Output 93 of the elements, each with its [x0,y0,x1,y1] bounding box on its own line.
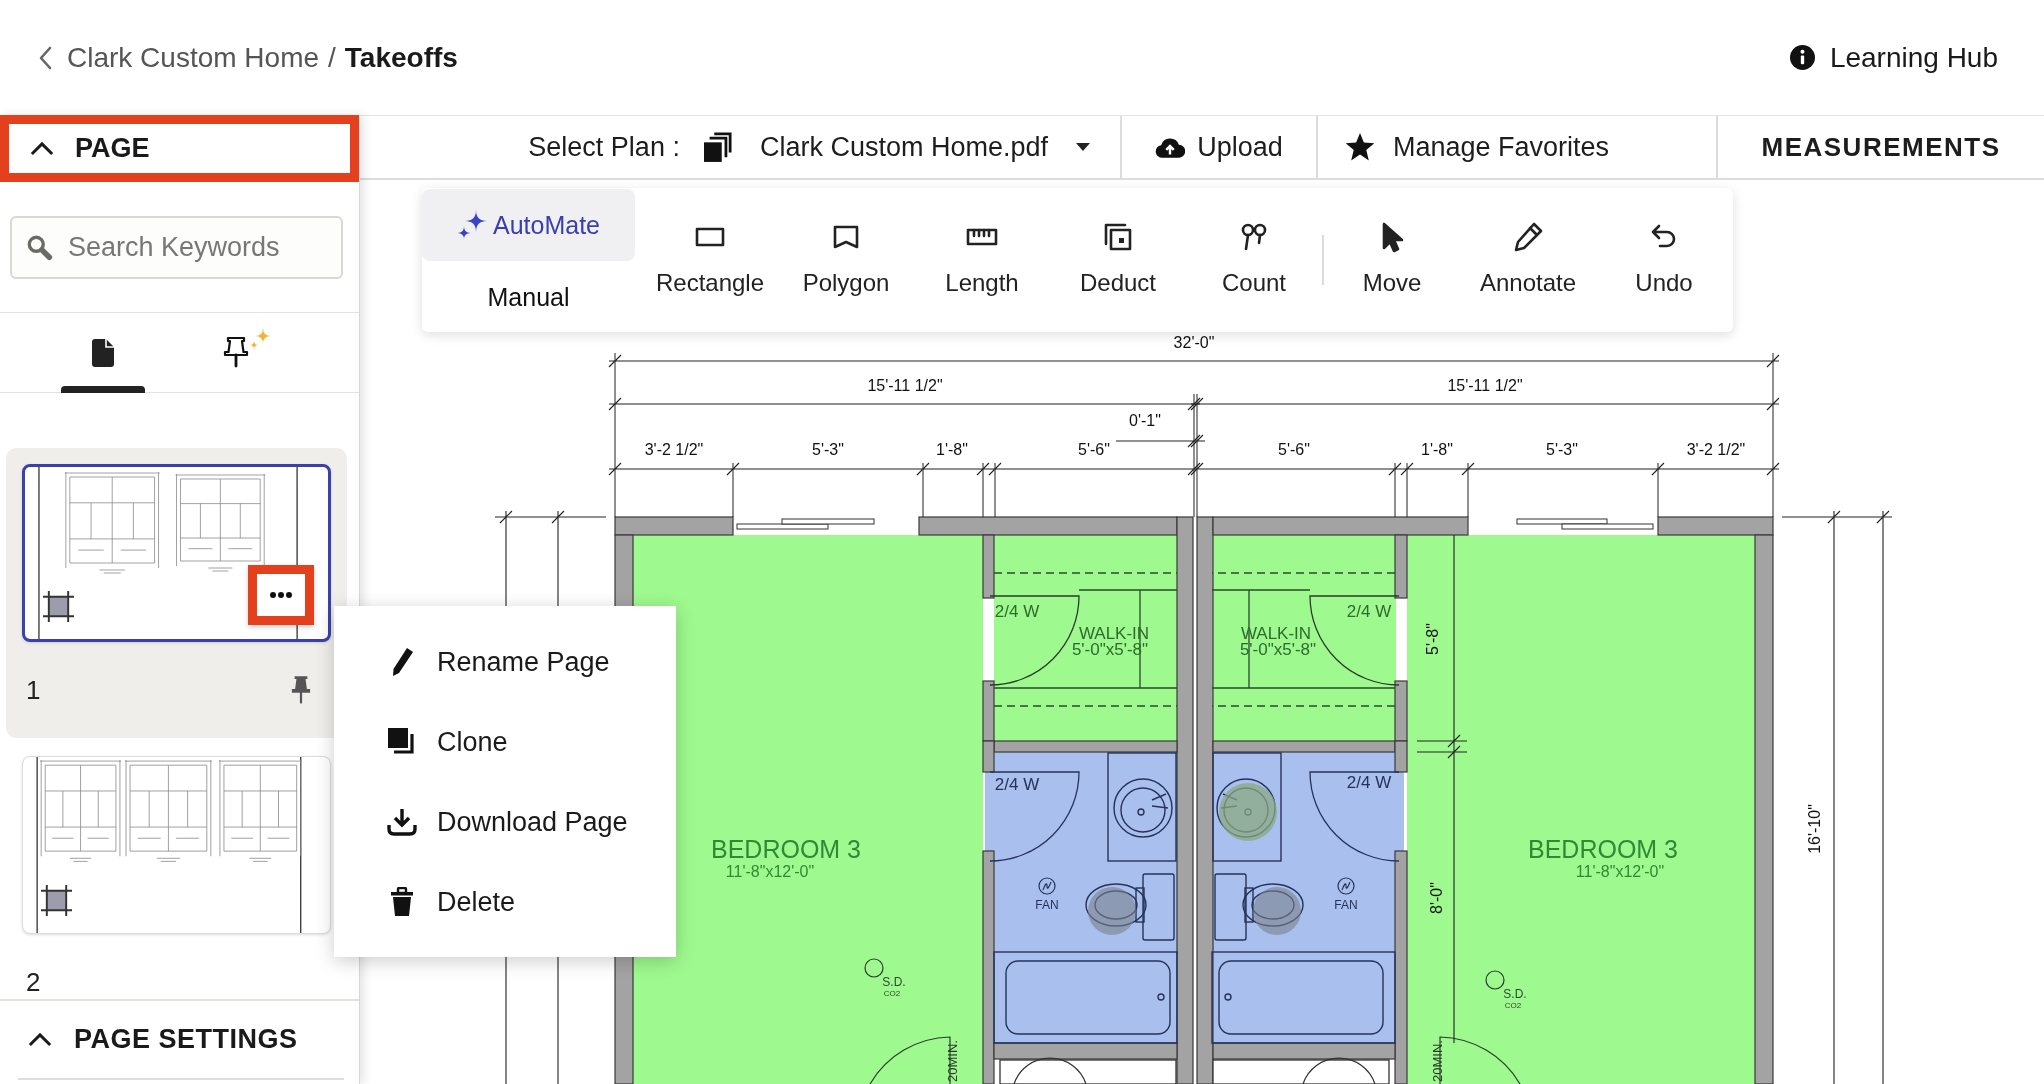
extension-line [1394,462,1396,518]
learning-hub-link[interactable]: Learning Hub [1789,41,1998,74]
smoke-detector-symbol [1485,970,1505,990]
door-label: 2/4 W [1346,772,1392,792]
search-icon [26,234,54,262]
page-number: 1 [26,676,41,704]
caret-icon [1076,143,1090,151]
dimension-label: 16'-10" [1805,804,1823,854]
clearance-label: 20MIN. [1429,1040,1445,1082]
tool-button[interactable]: Deduct [1050,188,1186,297]
upload-button[interactable]: Upload [1122,116,1318,178]
tool-button[interactable]: Polygon [778,188,914,297]
takeoff-area[interactable] [994,535,1177,741]
page-number: 2 [26,968,41,996]
dimension-label: 3'-2 1/2" [1686,440,1746,458]
detector-sublabel: CO2 [1504,1000,1522,1010]
back-chevron-icon[interactable] [38,45,52,70]
tool-button[interactable]: Count [1186,188,1322,297]
menu-item[interactable]: Download Page [334,782,676,862]
area-measure-icon [41,885,72,916]
extension-line [994,462,996,518]
breadcrumb-link[interactable]: Clark Custom Home [67,41,320,74]
dimension-label: 1'-8" [936,440,968,458]
breadcrumb-current: Takeoffs [344,41,458,74]
extension-line [1416,751,1468,753]
extension-line [1406,462,1408,518]
download-icon [387,808,417,836]
tool-button[interactable]: Length [914,188,1050,297]
extension-line [1467,462,1469,518]
fan-label: FAN [1035,898,1059,912]
room-size-label: 11'-8"x12'-0" [1575,862,1665,880]
extension-line [982,462,984,518]
tool-button[interactable]: Annotate [1460,188,1596,297]
info-icon [1789,45,1815,70]
file-icon [92,338,114,367]
room-name-label: BEDROOM 3 [711,835,861,863]
door-label: 2/4 W [1346,601,1392,621]
room-size-label: 11'-8"x12'-0" [725,862,815,880]
page-thumbnail[interactable] [22,464,331,642]
detector-label: S.D. [882,975,906,989]
layered-square-icon [1102,221,1134,253]
dimension-label: 15'-11 1/2" [867,376,943,394]
manage-favorites-button[interactable]: Manage Favorites [1318,116,1718,178]
menu-item[interactable]: Delete [334,862,676,942]
plan-dropdown[interactable]: Clark Custom Home.pdf [703,131,1090,163]
dimension-label: 5'-3" [1546,440,1578,458]
mode-button[interactable]: Manual [422,261,635,333]
documents-icon [703,132,732,162]
dimension-label: 1'-8" [1421,440,1453,458]
dimension-label: 32'-0" [1173,333,1215,351]
clearance-label: 20MIN. [944,1040,960,1082]
fan-label: FAN [1334,898,1358,912]
dimension-label: 5'-3" [812,440,844,458]
more-icon [270,592,292,598]
star-icon [1345,133,1375,161]
breadcrumb-separator: / [328,41,336,74]
more-button[interactable] [248,565,314,625]
measurements-tab[interactable]: MEASUREMENTS [1718,116,2044,178]
detector-label: S.D. [1503,987,1527,1001]
fan-symbol [1337,877,1355,895]
smoke-detector-symbol [864,958,884,978]
dimension-label: 0'-1" [1129,411,1161,429]
takeoff-area[interactable] [1407,535,1755,1084]
dimension-label: 3'-2 1/2" [644,440,704,458]
takeoff-area[interactable] [1213,535,1396,741]
page-section-header[interactable]: PAGE [0,115,359,182]
dimension-label: 5'-6" [1278,440,1310,458]
tool-button[interactable]: Move [1324,188,1460,297]
dimension-label: 15'-11 1/2" [1447,376,1523,394]
dimension-label: 5'-6" [1078,440,1110,458]
extension-line [1657,462,1659,518]
page-settings-header[interactable]: PAGE SETTINGS [18,1001,344,1080]
clone-icon [387,728,417,756]
search-field[interactable]: Search Keywords [10,216,343,279]
area-measure-icon [43,591,74,622]
extension-line [1416,740,1468,742]
mode-button[interactable]: AutoMate [422,189,635,261]
door-label: 2/4 W [994,774,1040,794]
cloud-upload-icon [1155,136,1186,158]
page-card[interactable]: 1 [6,448,347,738]
fan-symbol [1038,877,1056,895]
pin-icon[interactable] [291,675,311,705]
detector-sublabel: CO2 [883,988,901,998]
dimension-label: 8'-0" [1427,882,1445,914]
extension-line [922,462,924,518]
room-name-label: BEDROOM 3 [1528,835,1678,863]
dimension-label: 5'-8" [1423,623,1441,655]
select-plan-label: Select Plan : [528,131,680,163]
tool-button[interactable]: Undo [1596,188,1732,297]
extension-line [732,462,734,518]
door-label: 2/4 W [994,601,1040,621]
pen-icon [1512,221,1544,253]
tool-button[interactable]: Rectangle [642,188,778,297]
